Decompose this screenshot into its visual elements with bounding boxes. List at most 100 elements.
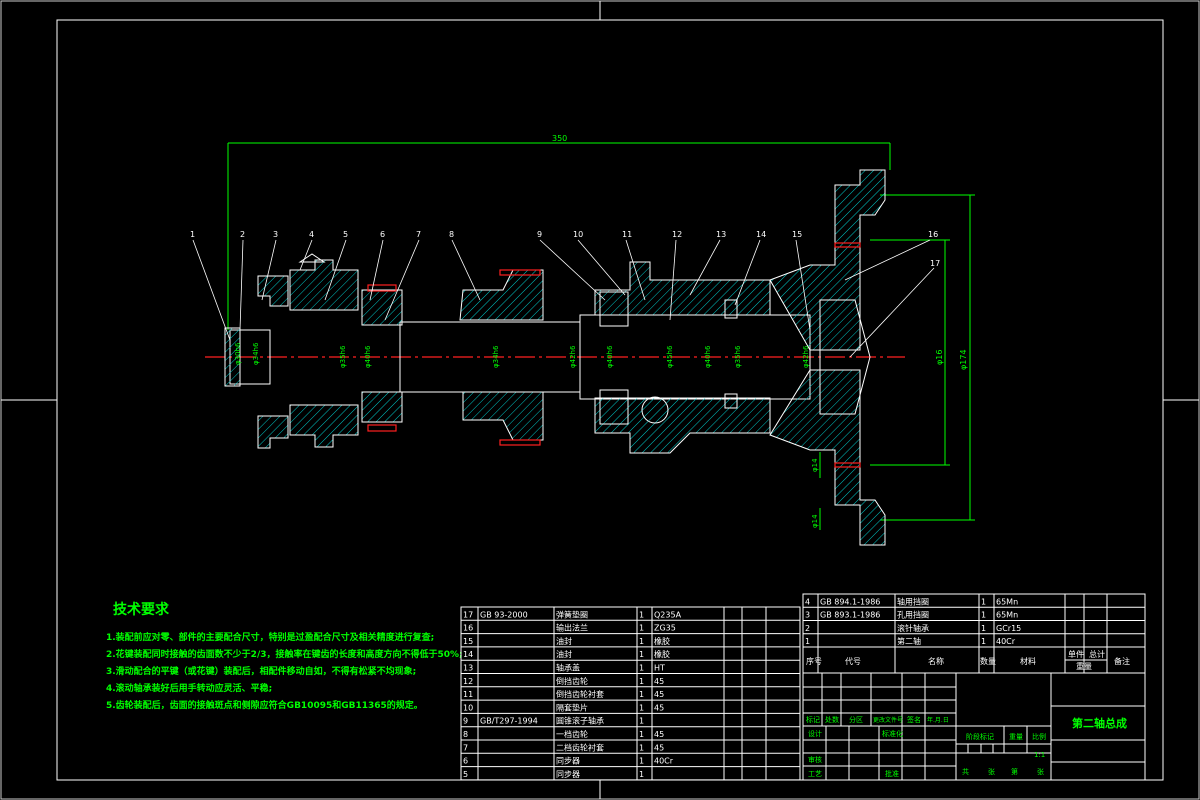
svg-text:12: 12 — [672, 230, 682, 239]
cell-mat: 45 — [654, 730, 664, 739]
cell-name: 轴用挡圈 — [897, 596, 929, 606]
shaft-assembly-section: 350 φ174 φ16 φ14 φ14 φ30h6 φ34h6 φ35h6 φ… — [190, 134, 975, 546]
svg-text:11: 11 — [622, 230, 632, 239]
table-row: 8 一档齿轮 1 45 — [463, 729, 664, 739]
cell-name: 滚针轴承 — [897, 623, 929, 633]
cell-code: GB 893.1-1986 — [820, 611, 880, 620]
cad-drawing-sheet: 350 φ174 φ16 φ14 φ14 φ30h6 φ34h6 φ35h6 φ… — [0, 0, 1200, 800]
cell-no: 17 — [463, 610, 473, 619]
shaft-dimensions: φ30h6 φ34h6 φ35h6 φ40h6 φ34h6 φ42h6 φ40h… — [234, 342, 810, 368]
cell-mat: 40Cr — [996, 637, 1016, 646]
cell-name: 第二轴 — [897, 636, 921, 646]
cell-mat: 橡胶 — [654, 649, 670, 659]
cell-no: 6 — [463, 757, 468, 766]
cell-qty: 1 — [981, 611, 986, 620]
svg-text:9: 9 — [537, 230, 542, 239]
svg-text:1: 1 — [190, 230, 195, 239]
svg-text:6: 6 — [380, 230, 385, 239]
cell-name: 同步器 — [556, 757, 580, 766]
cell-name: 倒挡齿轮衬套 — [556, 689, 604, 699]
svg-text:φ42h6: φ42h6 — [569, 345, 577, 368]
svg-text:φ35h6: φ35h6 — [339, 345, 347, 368]
svg-text:13: 13 — [716, 230, 726, 239]
cell-mat: GCr15 — [996, 624, 1021, 633]
cell-name: 油封 — [556, 649, 572, 659]
dim-phi174: φ174 — [959, 349, 968, 370]
cell-code: GB 894.1-1986 — [820, 597, 880, 606]
cell-no: 8 — [463, 730, 468, 739]
bom-table-lower: 17 GB 93-2000 弹簧垫圈 1 Q235A16 输出法兰 1 ZG3515 油封 1 橡胶… — [460, 606, 801, 781]
cell-mat: 45 — [654, 677, 664, 686]
cell-code: GB/T297-1994 — [480, 717, 538, 726]
svg-text:8: 8 — [449, 230, 454, 239]
cell-no: 5 — [463, 770, 468, 779]
table-row: 3 GB 893.1-1986 孔用挡圈 1 65Mn — [805, 610, 1018, 620]
cell-name: 二档齿轮衬套 — [556, 742, 604, 752]
svg-text:数量: 数量 — [980, 656, 996, 666]
svg-text:φ35h6: φ35h6 — [734, 345, 742, 368]
table-row: 10 隔套垫片 1 45 — [463, 702, 664, 712]
table-row: 7 二档齿轮衬套 1 45 — [463, 742, 664, 752]
svg-text:φ45h6: φ45h6 — [666, 345, 674, 368]
cell-name: 隔套垫片 — [556, 702, 588, 712]
cell-no: 3 — [805, 611, 810, 620]
svg-text:4.滚动轴承装好后用手转动应灵活、平稳;: 4.滚动轴承装好后用手转动应灵活、平稳; — [106, 682, 272, 694]
cell-no: 15 — [463, 637, 473, 646]
table-row: 11 倒挡齿轮衬套 1 45 — [463, 689, 664, 699]
cell-mat: HT — [654, 664, 665, 673]
svg-text:7: 7 — [416, 230, 421, 239]
cell-code: GB 93-2000 — [480, 610, 528, 619]
svg-text:总计: 总计 — [1089, 649, 1105, 659]
svg-text:15: 15 — [792, 230, 802, 239]
svg-text:备注: 备注 — [1114, 656, 1130, 666]
svg-text:1.装配前应对零、部件的主要配合尺寸，特别是过盈配合尺寸及相: 1.装配前应对零、部件的主要配合尺寸，特别是过盈配合尺寸及相关精度进行复查; — [106, 631, 434, 643]
svg-text:更改文件号: 更改文件号 — [873, 716, 903, 724]
cell-no: 16 — [463, 624, 473, 633]
svg-text:标记: 标记 — [806, 715, 820, 724]
svg-text:φ40h6: φ40h6 — [704, 345, 712, 368]
table-row: 15 油封 1 橡胶 — [463, 636, 670, 646]
svg-text:1:1: 1:1 — [1034, 751, 1045, 759]
svg-text:代号: 代号 — [845, 656, 861, 666]
svg-text:5: 5 — [343, 230, 348, 239]
technical-requirements: 技术要求 1.装配前应对零、部件的主要配合尺寸，特别是过盈配合尺寸及相关精度进行… — [106, 601, 463, 711]
cell-qty: 1 — [639, 743, 644, 752]
svg-text:14: 14 — [756, 230, 766, 239]
table-row: 13 轴承盖 1 HT — [463, 663, 665, 673]
svg-text:年.月.日: 年.月.日 — [927, 716, 949, 724]
svg-text:名称: 名称 — [928, 656, 944, 666]
cell-qty: 1 — [639, 770, 644, 779]
table-row: 14 油封 1 橡胶 — [463, 649, 670, 659]
cell-qty: 1 — [639, 664, 644, 673]
svg-text:比例: 比例 — [1032, 732, 1046, 741]
svg-text:3.滑动配合的平键（或花键）装配后，相配件移动自如，不得有松: 3.滑动配合的平键（或花键）装配后，相配件移动自如，不得有松紧不均现象; — [106, 665, 416, 677]
cell-name: 圆锥滚子轴承 — [556, 716, 604, 726]
svg-text:4: 4 — [309, 230, 314, 239]
table-row: 2 滚针轴承 1 GCr15 — [805, 623, 1021, 633]
table-row: 1 第二轴 1 40Cr — [805, 636, 1016, 646]
svg-text:2: 2 — [240, 230, 245, 239]
cell-qty: 1 — [639, 624, 644, 633]
cell-qty: 1 — [639, 650, 644, 659]
cell-mat: 45 — [654, 703, 664, 712]
cell-qty: 1 — [639, 730, 644, 739]
cell-no: 12 — [463, 677, 473, 686]
svg-text:张: 张 — [988, 767, 995, 776]
table-row: 4 GB 894.1-1986 轴用挡圈 1 65Mn — [805, 596, 1018, 606]
svg-text:φ34h6: φ34h6 — [252, 342, 260, 365]
cell-name: 一档齿轮 — [556, 729, 588, 739]
cell-no: 2 — [805, 624, 810, 633]
cell-mat: ZG35 — [654, 624, 676, 633]
svg-text:标准化: 标准化 — [882, 729, 903, 738]
cell-mat: 45 — [654, 690, 664, 699]
cell-no: 11 — [463, 690, 473, 699]
svg-text:共: 共 — [962, 767, 969, 776]
svg-text:单件: 单件 — [1068, 649, 1084, 659]
cell-no: 10 — [463, 703, 473, 712]
cell-name: 孔用挡圈 — [897, 610, 929, 620]
cell-qty: 1 — [981, 637, 986, 646]
table-row: 12 倒挡齿轮 1 45 — [463, 676, 664, 686]
svg-text:17: 17 — [930, 259, 940, 268]
svg-text:φ42h6: φ42h6 — [802, 345, 810, 368]
overall-length-dim: 350 — [552, 134, 567, 143]
